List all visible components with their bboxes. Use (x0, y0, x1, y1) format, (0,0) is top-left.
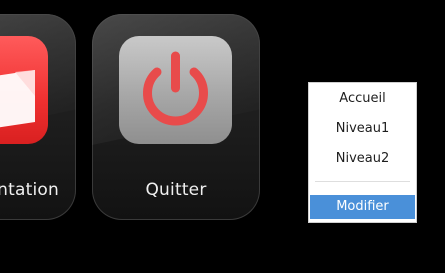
quit-app-label: Quitter (145, 180, 207, 200)
menu-divider (315, 181, 410, 182)
presentation-app-tile[interactable]: ntation (0, 14, 76, 220)
app-launcher-screen: ntation Quitter Accueil Niveau1 Niveau2 … (0, 0, 445, 273)
menu-item-modifier[interactable]: Modifier (310, 195, 415, 219)
power-icon (119, 36, 232, 144)
menu-item-niveau1[interactable]: Niveau1 (309, 118, 416, 140)
presentation-app-label: ntation (0, 180, 59, 200)
quit-app-tile[interactable]: Quitter (92, 14, 260, 220)
menu-item-niveau2[interactable]: Niveau2 (309, 148, 416, 170)
context-menu: Accueil Niveau1 Niveau2 Modifier (308, 82, 417, 223)
presentation-icon (0, 36, 48, 144)
menu-item-accueil[interactable]: Accueil (309, 88, 416, 110)
